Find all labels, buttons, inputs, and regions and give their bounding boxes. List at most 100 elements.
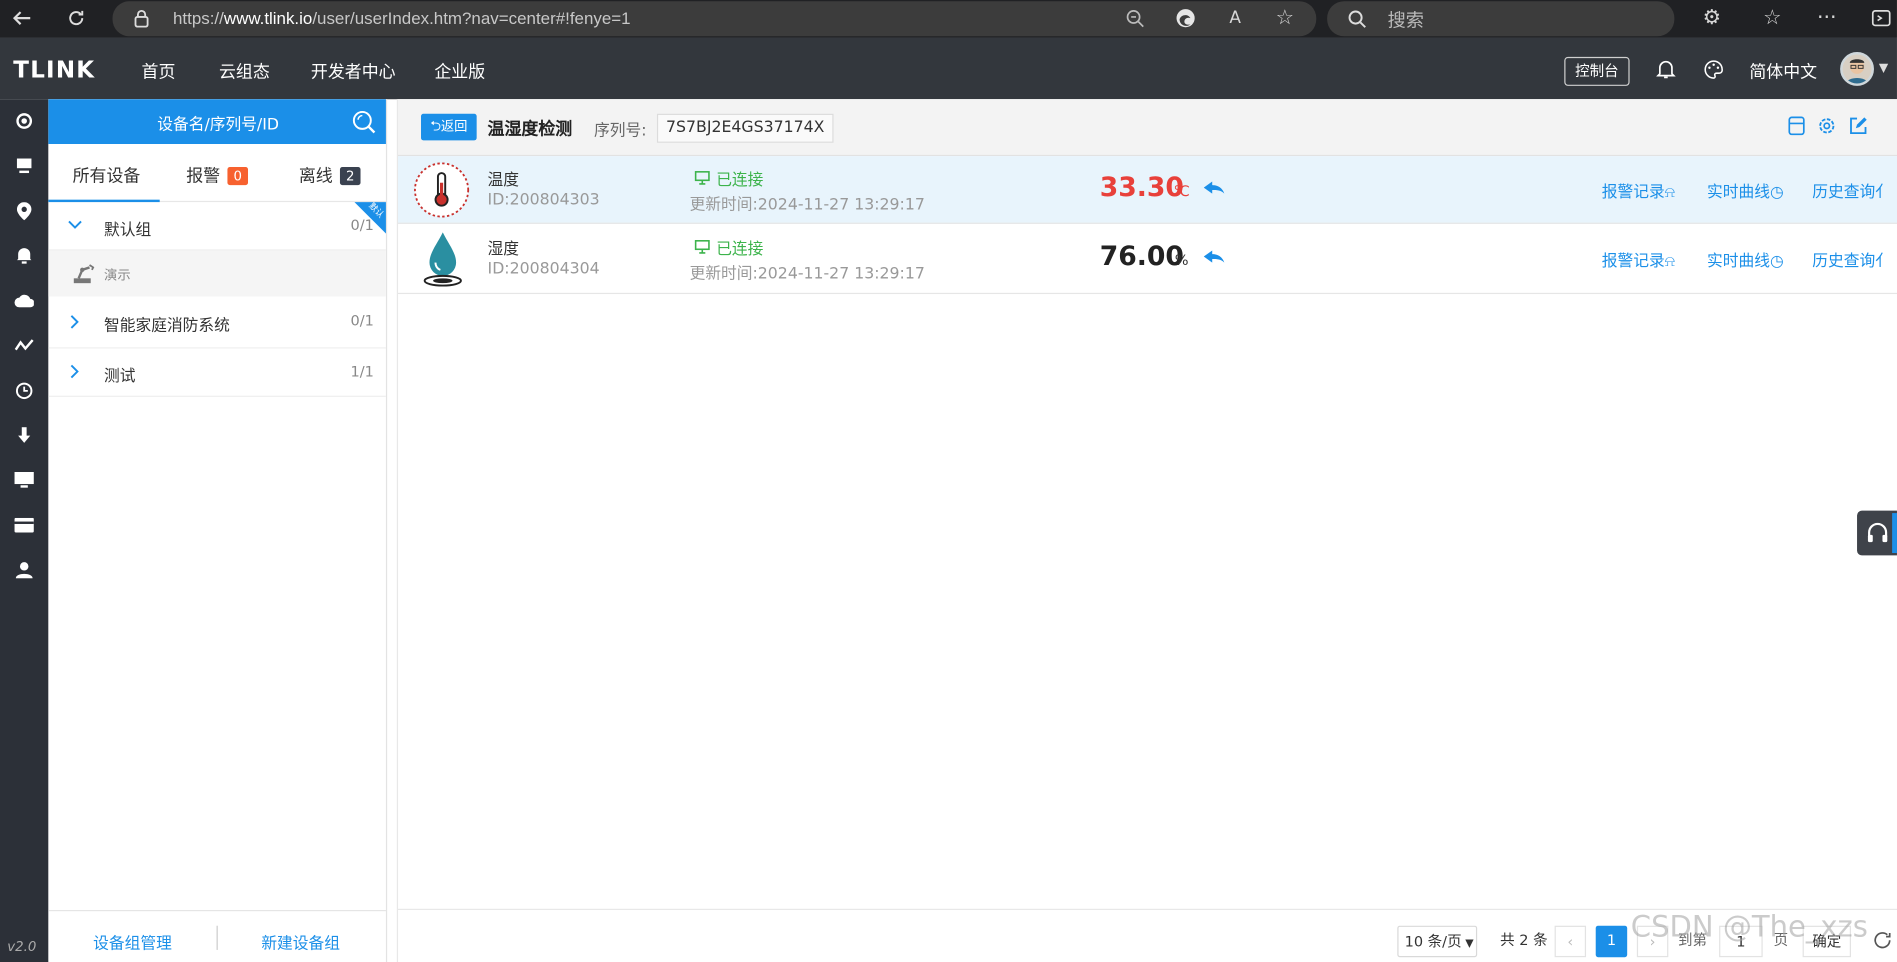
device-title: 温湿度检测 [487,119,573,140]
chevron-right-icon [65,309,84,336]
page-1-button[interactable]: 1 [1595,925,1628,958]
language-selector[interactable]: 简体中文 [1749,59,1817,83]
read-aloud-icon[interactable]: A [1221,4,1250,33]
alarm-bell-icon[interactable] [10,241,39,270]
watermark: CSDN @The_xzs [1630,909,1868,944]
history-query-link[interactable]: 历史查询⺅ [1812,179,1891,202]
card-icon[interactable] [10,511,39,540]
cloud-icon[interactable] [10,286,39,315]
download-icon[interactable] [10,421,39,450]
tab-offline[interactable]: 离线 2 [299,163,361,187]
group-test[interactable]: 测试 1/1 [48,349,386,397]
location-pin-icon[interactable] [10,196,39,225]
divider [216,925,218,950]
left-icon-sidebar: v2.0 [0,99,49,962]
clock-icon[interactable] [10,376,39,405]
device-tabs: 所有设备 报警 0 离线 2 [48,144,386,203]
top-navigation: TLINK 首页 云组态 开发者中心 企业版 控制台 简体中文 ▼ [0,37,1897,100]
tab-all-devices[interactable]: 所有设备 [73,163,141,187]
customer-service-button[interactable] [1857,510,1897,556]
refresh-icon[interactable] [1870,928,1894,952]
extensions-icon[interactable]: ⚙ [1697,4,1726,33]
device-panel: 设备名/序列号/ID 所有设备 报警 0 离线 2 默认组 0/1 默认 演示 智能… [48,99,388,962]
trend-chart-icon[interactable] [10,330,39,359]
nav-cloud-config[interactable]: 云组态 [219,59,270,83]
version-label: v2.0 [7,939,37,955]
user-avatar[interactable] [1840,52,1874,86]
user-icon[interactable] [10,555,39,584]
tab-alarm[interactable]: 报警 0 [186,163,249,187]
edit-icon[interactable] [1847,115,1869,137]
bell-icon[interactable] [1654,57,1678,81]
sensor-id: ID:200804304 [487,260,600,279]
nav-developer-center[interactable]: 开发者中心 [311,59,396,83]
realtime-curve-link[interactable]: 实时曲线◷ [1707,179,1784,202]
alarm-records-link[interactable]: 报警记录⍾ [1602,179,1675,202]
device-icon[interactable] [10,151,39,180]
back-button[interactable]: ⮌返回 [421,113,477,141]
total-count: 共 2 条 [1500,931,1548,949]
nav-home[interactable]: 首页 [142,59,176,83]
bell-icon: ⍾ [1664,183,1676,203]
headset-icon [1867,522,1887,542]
reply-arrow-icon[interactable] [1203,179,1227,198]
more-icon[interactable]: ··· [1812,4,1841,33]
browser-search[interactable]: 搜索 [1327,1,1675,37]
serial-label: 序列号: [594,122,647,141]
console-button[interactable]: 控制台 [1564,56,1630,86]
group-name: 测试 [104,367,136,387]
database-icon[interactable] [1786,115,1808,137]
search-icon[interactable] [351,109,378,136]
settings-gear-icon[interactable] [1816,115,1838,137]
device-item[interactable]: 演示 [48,250,386,297]
thermometer-icon [411,160,471,221]
tlink-logo[interactable]: TLINK [13,57,95,84]
serial-number: 7S7BJ2E4GS37174X [656,113,834,143]
theme-palette-icon[interactable] [1701,57,1725,81]
update-time: 更新时间:2024-11-27 13:29:17 [689,196,925,215]
clock-icon: ◷ [1769,252,1784,272]
search-icon [1347,8,1369,30]
sensor-row-humidity: 湿度 ID:200804304 已连接 更新时间:2024-11-27 13:2… [398,225,1897,295]
alarm-records-link[interactable]: 报警记录⍾ [1602,248,1675,271]
back-arrow-icon[interactable] [7,4,36,33]
clock-icon: ◷ [1769,183,1784,203]
url-text: https://www.tlink.io/user/userIndex.htm?… [173,8,631,28]
favorite-star-icon[interactable]: ☆ [1270,4,1299,33]
group-default[interactable]: 默认组 0/1 默认 [48,201,386,251]
device-search-header[interactable]: 设备名/序列号/ID [48,99,386,145]
new-group-link[interactable]: 新建设备组 [261,931,340,953]
overview-icon[interactable] [10,106,39,135]
monitor-connected-icon [693,169,710,186]
realtime-curve-link[interactable]: 实时曲线◷ [1707,248,1784,271]
address-bar[interactable]: https://www.tlink.io/user/userIndex.htm?… [112,1,1317,37]
sidebar-toggle-icon[interactable] [1867,4,1896,33]
group-name: 默认组 [104,221,152,240]
water-drop-icon [417,229,468,290]
edge-copilot-icon[interactable] [1171,4,1200,33]
device-search-placeholder: 设备名/序列号/ID [157,116,279,135]
lock-icon [132,8,151,28]
return-arrow-icon: ⮌ [430,118,441,135]
sensor-unit: % [1174,251,1189,269]
page-size-select[interactable]: 10 条/页 ▼ [1397,925,1478,958]
prev-page-button[interactable]: ‹ [1554,925,1587,958]
group-smart-home-fire[interactable]: 智能家庭消防系统 0/1 [48,296,386,349]
manage-groups-link[interactable]: 设备组管理 [93,931,172,953]
chevron-down-icon [65,212,84,239]
device-name: 演示 [104,267,131,284]
connection-status: 已连接 [716,171,764,190]
reply-arrow-icon[interactable] [1203,248,1227,267]
history-query-link[interactable]: 历史查询⺅ [1812,248,1891,271]
chevron-right-icon [65,358,84,385]
chevron-down-icon[interactable]: ▼ [1879,62,1888,75]
sensor-value: 76.00 [1099,242,1184,273]
refresh-icon[interactable] [62,4,91,33]
chevron-down-icon: ▼ [1465,937,1474,950]
favorites-icon[interactable]: ☆ [1758,4,1787,33]
nav-enterprise[interactable]: 企业版 [434,59,485,83]
robot-arm-icon [70,261,97,285]
connection-status: 已连接 [716,240,764,259]
monitor-icon[interactable] [10,466,39,495]
zoom-out-icon[interactable] [1120,4,1149,33]
